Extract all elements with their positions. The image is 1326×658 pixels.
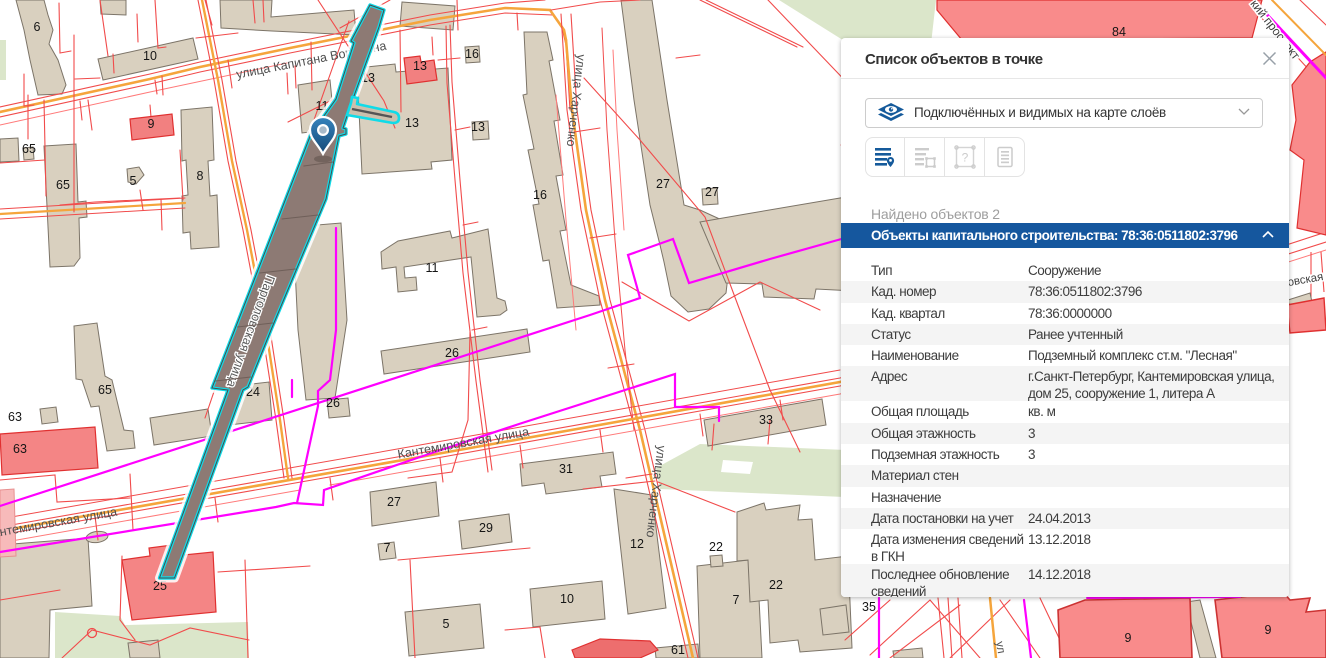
svg-text:26: 26 <box>326 396 340 410</box>
svg-text:6: 6 <box>34 20 41 34</box>
svg-text:27: 27 <box>705 185 719 199</box>
svg-text:16: 16 <box>533 188 547 202</box>
svg-text:84: 84 <box>1112 25 1126 39</box>
svg-text:29: 29 <box>479 521 493 535</box>
svg-text:63: 63 <box>8 410 22 424</box>
svg-text:11: 11 <box>426 261 439 275</box>
svg-text:7: 7 <box>733 593 740 607</box>
svg-text:26: 26 <box>445 346 459 360</box>
svg-text:5: 5 <box>130 174 137 188</box>
svg-text:8: 8 <box>197 169 204 183</box>
svg-text:13: 13 <box>405 116 419 130</box>
svg-text:33: 33 <box>759 413 773 427</box>
svg-text:65: 65 <box>22 142 36 156</box>
svg-text:16: 16 <box>465 47 479 61</box>
svg-text:22: 22 <box>709 540 723 554</box>
svg-text:63: 63 <box>13 442 27 456</box>
svg-text:27: 27 <box>387 495 401 509</box>
svg-text:22: 22 <box>769 578 783 592</box>
svg-text:9: 9 <box>1125 631 1132 645</box>
svg-text:65: 65 <box>98 383 112 397</box>
svg-text:12: 12 <box>630 537 644 551</box>
svg-text:9: 9 <box>148 117 155 131</box>
svg-text:65: 65 <box>56 178 70 192</box>
svg-text:7: 7 <box>384 541 391 555</box>
svg-text:ул: ул <box>993 640 1007 654</box>
svg-text:31: 31 <box>559 462 573 476</box>
svg-text:13: 13 <box>471 120 485 134</box>
svg-text:9: 9 <box>1265 623 1272 637</box>
svg-text:27: 27 <box>656 177 670 191</box>
svg-text:10: 10 <box>143 49 157 63</box>
svg-text:10: 10 <box>560 592 574 606</box>
svg-text:61: 61 <box>671 643 685 657</box>
svg-text:35: 35 <box>862 600 876 614</box>
svg-text:13: 13 <box>413 59 427 73</box>
svg-text:?: ? <box>961 151 968 165</box>
svg-text:5: 5 <box>443 617 450 631</box>
